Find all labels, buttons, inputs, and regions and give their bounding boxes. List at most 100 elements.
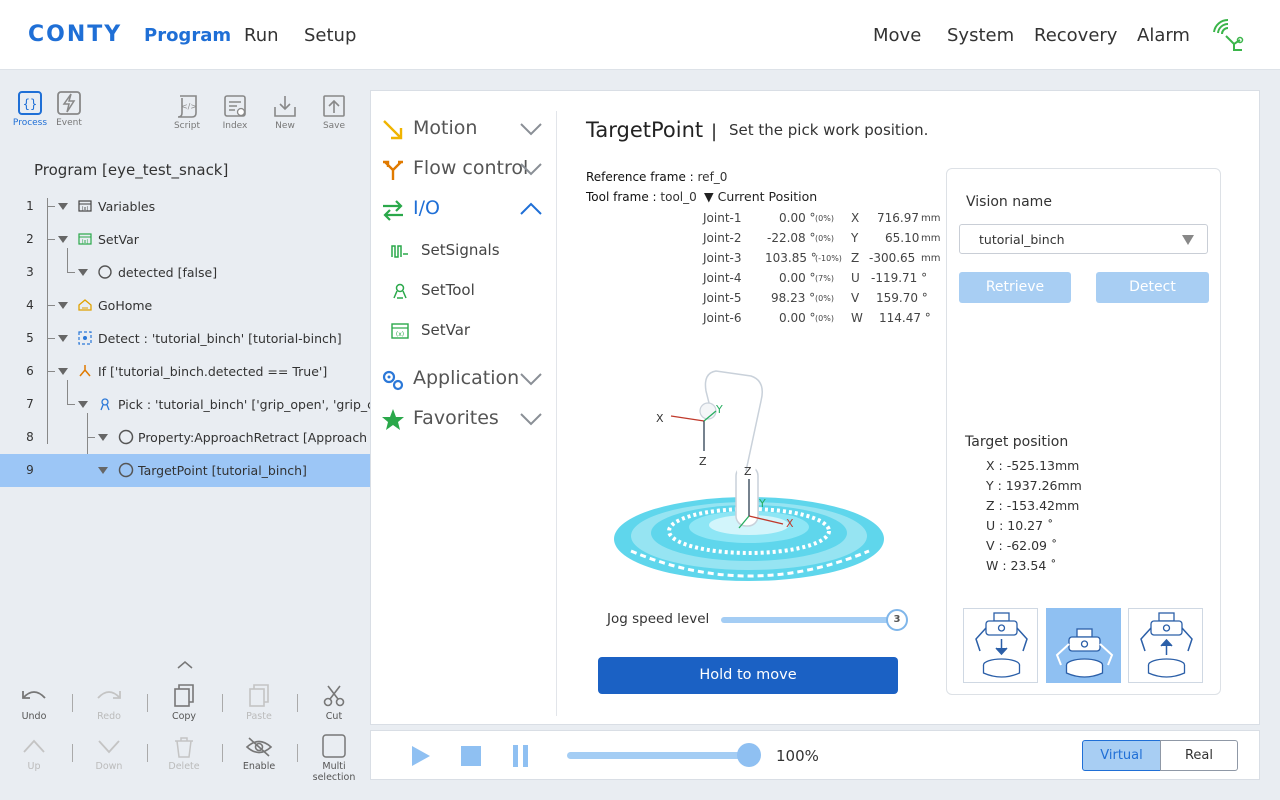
chevron-up-icon[interactable]	[176, 660, 194, 670]
process-tab[interactable]: {} Process	[10, 90, 50, 128]
paste-button[interactable]: Paste	[229, 684, 289, 722]
nav-move[interactable]: Move	[873, 25, 921, 46]
svg-text:(x): (x)	[396, 331, 404, 338]
delete-button[interactable]: Delete	[154, 736, 214, 772]
tree-row-6[interactable]: 6 If ['tutorial_binch.detected == True']	[0, 355, 370, 388]
robot-signal-icon[interactable]	[1210, 18, 1246, 52]
tool-frame-label: Tool frame :	[586, 190, 657, 204]
nav-program[interactable]: Program	[144, 25, 231, 46]
category-label: Favorites	[413, 407, 499, 429]
collapse-arrow-icon[interactable]	[58, 236, 68, 243]
hold-to-move-button[interactable]: Hold to move	[598, 657, 898, 694]
multi-selection-button[interactable]: Multi selection	[304, 734, 364, 783]
cut-label: Cut	[325, 711, 343, 722]
command-title: TargetPoint	[586, 118, 704, 142]
vision-card: Vision name tutorial_binch Retrieve Dete…	[946, 168, 1221, 695]
axis-unit: mm	[921, 213, 941, 224]
jog-speed-label: Jog speed level	[607, 611, 710, 627]
edit-toolbar: Undo Redo Copy Paste Cut Up Down Delete …	[0, 654, 370, 800]
collapse-arrow-icon[interactable]	[78, 269, 88, 276]
save-icon	[323, 95, 345, 117]
collapse-arrow-icon[interactable]	[58, 203, 68, 210]
collapse-arrow-icon[interactable]	[78, 401, 88, 408]
jog-speed-slider[interactable]	[721, 617, 896, 623]
mode-real-toggle[interactable]: Real	[1160, 740, 1238, 771]
tree-row-7[interactable]: 7 Pick : 'tutorial_binch' ['grip_open', …	[0, 388, 370, 421]
category-io[interactable]: I/O	[381, 195, 546, 225]
index-label: Index	[222, 121, 248, 131]
gripper-down-icon	[975, 612, 1028, 678]
separator	[297, 694, 298, 712]
reference-frame-label: Reference frame :	[586, 170, 694, 184]
nav-system[interactable]: System	[947, 25, 1014, 46]
category-flow-control[interactable]: Flow control	[381, 155, 546, 185]
joint-percent: (-10%)	[815, 254, 842, 263]
collapse-arrow-icon[interactable]	[98, 467, 108, 474]
save-button[interactable]: Save	[314, 93, 354, 131]
axis-name: U	[851, 271, 860, 285]
nav-alarm[interactable]: Alarm	[1137, 25, 1190, 46]
enable-button[interactable]: Enable	[229, 736, 289, 772]
category-application[interactable]: Application	[381, 365, 546, 395]
axis-name: Y	[851, 231, 859, 245]
tree-row-2[interactable]: 2 (x) SetVar	[0, 223, 370, 256]
detect-button[interactable]: Detect	[1096, 272, 1209, 303]
tree-row-9[interactable]: 9 TargetPoint [tutorial_binch]	[0, 454, 370, 487]
nav-setup[interactable]: Setup	[304, 25, 356, 46]
current-position-toggle[interactable]: ▼ Current Position	[704, 189, 817, 204]
robot-3d-viewport[interactable]: X Y Z X Z Y	[611, 361, 891, 591]
event-tab[interactable]: Event	[49, 90, 89, 128]
undo-icon	[22, 691, 46, 699]
title-separator: |	[711, 121, 718, 142]
tool-frame: Tool frame : tool_0	[586, 190, 697, 204]
collapse-arrow-icon[interactable]	[58, 368, 68, 375]
gripper-option-2[interactable]	[1046, 608, 1121, 683]
row-number: 8	[26, 430, 34, 444]
collapse-arrow-icon[interactable]	[58, 302, 68, 309]
collapse-arrow-icon[interactable]	[98, 434, 108, 441]
row-label: GoHome	[98, 298, 153, 313]
copy-button[interactable]: Copy	[154, 684, 214, 722]
new-button[interactable]: New	[265, 93, 305, 131]
undo-button[interactable]: Undo	[4, 684, 64, 722]
tree-row-4[interactable]: 4 GoHome	[0, 289, 370, 322]
nav-run[interactable]: Run	[244, 25, 279, 46]
joint-percent: (7%)	[815, 274, 834, 283]
index-button[interactable]: Index	[215, 93, 255, 131]
gripper-up-icon	[1140, 612, 1193, 678]
script-button[interactable]: </> Script	[167, 93, 207, 131]
category-motion[interactable]: Motion	[381, 115, 546, 145]
mode-virtual-toggle[interactable]: Virtual	[1082, 740, 1161, 771]
tree-row-1[interactable]: 1 (x) Variables	[0, 190, 370, 223]
speed-slider-handle[interactable]	[737, 743, 761, 767]
gripper-option-3[interactable]	[1128, 608, 1203, 683]
up-arrow-icon	[23, 739, 45, 753]
category-favorites[interactable]: Favorites	[381, 405, 546, 435]
axis-name: Z	[851, 251, 860, 265]
retrieve-button[interactable]: Retrieve	[959, 272, 1071, 303]
stop-icon[interactable]	[460, 745, 482, 767]
down-button[interactable]: Down	[79, 736, 139, 772]
tree-row-8[interactable]: 8 Property:ApproachRetract [Approach : 1…	[0, 421, 370, 454]
redo-button[interactable]: Redo	[79, 684, 139, 722]
jog-speed-handle[interactable]: 3	[886, 609, 908, 631]
collapse-arrow-icon[interactable]	[58, 335, 68, 342]
nav-recovery[interactable]: Recovery	[1034, 25, 1117, 46]
svg-text:(x): (x)	[82, 239, 89, 245]
pause-icon[interactable]	[511, 744, 531, 768]
motion-icon	[383, 120, 403, 140]
row-number: 4	[26, 298, 34, 312]
vision-name-select[interactable]: tutorial_binch	[959, 224, 1208, 254]
play-icon[interactable]	[409, 744, 433, 768]
tree-row-3[interactable]: 3 detected [false]	[0, 256, 370, 289]
tool-frame-value: tool_0	[660, 190, 697, 204]
star-icon	[382, 409, 404, 430]
speed-value: 100%	[776, 747, 819, 765]
gripper-option-1[interactable]	[963, 608, 1038, 683]
flow-control-icon	[383, 160, 403, 180]
tree-row-5[interactable]: 5 Detect : 'tutorial_binch' [tutorial-bi…	[0, 322, 370, 355]
speed-slider[interactable]	[567, 752, 749, 759]
cut-button[interactable]: Cut	[304, 684, 364, 722]
up-button[interactable]: Up	[4, 736, 64, 772]
separator	[72, 744, 73, 762]
